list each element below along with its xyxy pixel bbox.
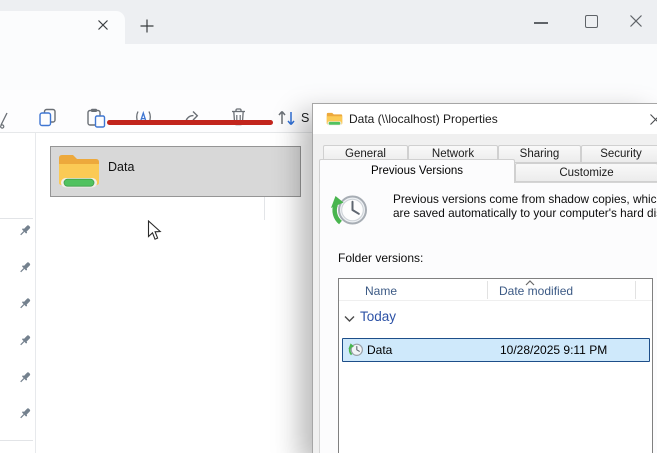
dialog-close-icon[interactable] [649,113,657,126]
rename-icon[interactable] [134,108,153,128]
close-button[interactable] [629,14,643,28]
sidebar-separator [0,218,33,219]
pin-icon[interactable] [19,297,32,311]
tab-close-icon[interactable] [97,19,109,31]
copy-icon[interactable] [38,108,58,129]
new-tab-icon[interactable] [139,18,155,34]
column-divider[interactable] [487,281,488,299]
dialog-title: Data (\\localhost) Properties [349,112,498,126]
pin-icon[interactable] [19,261,32,275]
version-name: Data [367,343,392,357]
description-line-2: are saved automatically to your computer… [393,206,655,220]
sidebar-separator [0,440,33,441]
file-item-data[interactable]: Data [50,146,301,197]
version-clock-icon [348,342,364,358]
folder-versions-label: Folder versions: [338,251,423,265]
column-divider[interactable] [635,281,636,299]
description-line-1: Previous versions come from shadow copie… [393,192,655,206]
tab-previous-versions[interactable]: Previous Versions [319,159,515,183]
mouse-cursor [147,220,163,243]
version-date: 10/28/2025 9:11 PM [500,343,607,357]
file-item-label: Data [108,160,134,174]
sidebar-divider [35,133,36,453]
folder-versions-list[interactable]: Name Date modified Today Data 10/28/2025… [338,278,653,453]
paste-icon[interactable] [86,108,106,129]
version-row-selected[interactable]: Data 10/28/2025 9:11 PM [342,338,650,362]
dialog-title-bar[interactable]: Data (\\localhost) Properties [313,104,657,134]
share-icon[interactable] [182,108,202,128]
explorer-window: Network localhost [0,0,657,453]
cut-icon[interactable] [0,110,8,130]
folder-icon [57,150,101,192]
minimize-button[interactable] [534,22,548,24]
pin-icon[interactable] [19,371,32,385]
maximize-button[interactable] [585,15,598,28]
folder-icon [326,111,343,127]
red-annotation-underline [107,120,273,125]
column-header-name[interactable]: Name [365,284,397,298]
previous-versions-clock-icon [330,191,370,231]
pin-icon[interactable] [19,334,32,348]
tab-customize[interactable]: Customize [515,163,657,182]
sort-button-label[interactable]: S [301,111,309,125]
properties-dialog: Data (\\localhost) Properties General Ne… [312,103,657,453]
header-underline [339,300,652,301]
pin-icon[interactable] [19,224,32,238]
sort-direction-icon [525,280,535,286]
group-label-today[interactable]: Today [360,309,396,324]
column-header-date-modified[interactable]: Date modified [499,284,573,298]
group-collapse-icon[interactable] [344,315,355,323]
tab-bar [0,0,657,44]
pin-icon[interactable] [19,407,32,421]
tab-security[interactable]: Security [581,145,657,163]
sort-icon[interactable] [276,107,298,129]
address-bar-row: Network localhost [0,44,657,90]
